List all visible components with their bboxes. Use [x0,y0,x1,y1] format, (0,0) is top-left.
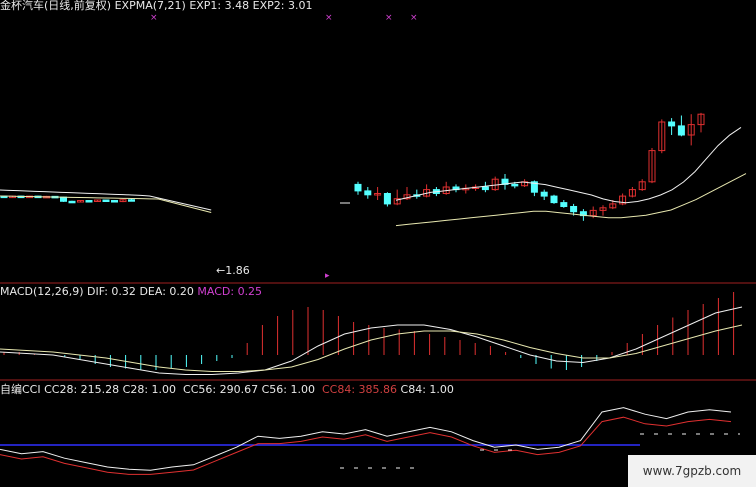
dif-value: DIF: 0.32 [87,285,136,298]
late-candle [570,206,578,213]
late-candle [481,186,489,191]
macd-value: MACD: 0.25 [197,285,263,298]
stock-chart-stage: × × × × ▸ 金杯汽车(日线,前复权) EXPMA(7,21) EXP1: 3.4… [0,0,756,487]
stock-title: 金杯汽车(日线,前复权) [0,0,112,12]
c84-value: C84: 1.00 [400,383,454,396]
exp2-line-early [0,195,212,213]
cc56-value: CC56: 290.67 [183,383,259,396]
late-candle [550,195,558,204]
late-candle [540,191,548,197]
macd-panel-header: MACD(12,26,9) DIF: 0.32 DEA: 0.20 MACD: … [0,285,262,298]
cc84-value: CC84: 385.86 [321,383,398,396]
late-candle [668,121,676,127]
watermark: www.7gpzb.com [628,455,756,487]
top-tick-mark-2: × [385,13,393,23]
early-candle [85,200,93,203]
exp2-value: EXP2: 3.01 [252,0,313,12]
bottom-arrow-mark: ▸ [325,271,330,281]
cc28-value: CC28: 215.28 [44,383,120,396]
cci-panel-header: 自编CCI CC28: 215.28 C28: 1.00 CC56: 290.6… [0,383,454,396]
late-candle [677,125,685,136]
late-candle [354,183,362,192]
early-candle [68,200,76,204]
cci-white-line [0,407,732,471]
dif-line [0,306,743,375]
exp1-value: EXP1: 3.48 [189,0,250,12]
dea-value: DEA: 0.20 [139,285,194,298]
early-candle [128,199,135,202]
cci-red-line [0,416,732,475]
macd-label: MACD(12,26,9) [0,285,84,298]
exp2-line-late [395,173,747,227]
c56-value: C56: 1.00 [261,383,315,396]
c28-value: C28: 1.00 [122,383,177,396]
top-tick-mark-1: × [325,13,333,23]
early-candle [102,199,110,202]
early-candle [111,200,118,203]
cci-label: 自编CCI [0,383,41,396]
late-candle [383,193,391,205]
late-candle [511,183,519,187]
chart-canvas: × × × × ▸ [0,13,756,475]
top-tick-mark-0: × [150,13,158,23]
expma-label: EXPMA(7,21) [114,0,186,12]
late-candle [364,190,372,196]
early-candle [60,196,67,202]
exp1-line-late [395,126,742,204]
late-candle [560,202,568,208]
price-panel-header: 金杯汽车(日线,前复权) EXPMA(7,21) EXP1: 3.48 EXP2… [0,0,312,12]
top-tick-mark-3: × [410,13,418,23]
low-price-marker: ←1.86 [216,264,250,277]
